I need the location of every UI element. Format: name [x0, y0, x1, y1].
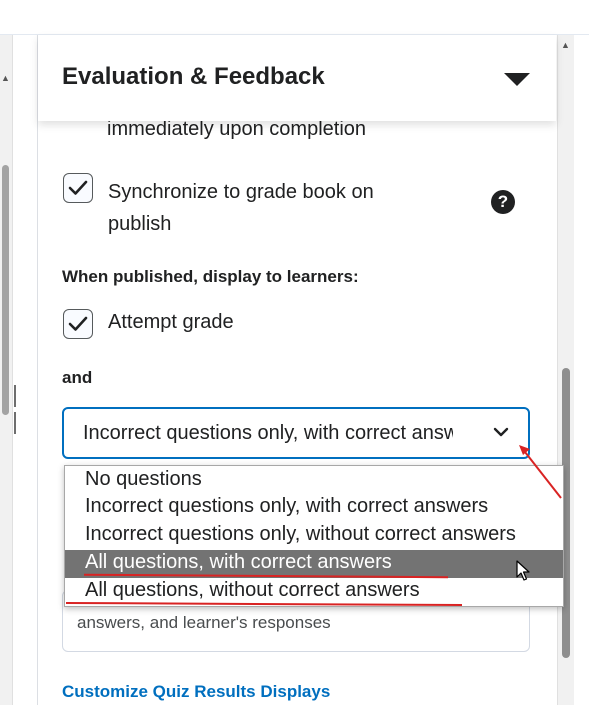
- mouse-cursor-icon: [516, 560, 530, 581]
- sync-gradebook-checkbox[interactable]: [63, 173, 93, 203]
- evaluation-feedback-header[interactable]: Evaluation & Feedback: [38, 35, 556, 121]
- display-to-learners-heading: When published, display to learners:: [62, 267, 359, 286]
- select-value: Incorrect questions only, with correct a…: [83, 422, 453, 444]
- sync-gradebook-label: Synchronize to grade book on publish: [108, 181, 374, 235]
- collapse-caret-icon[interactable]: [504, 73, 530, 86]
- checkmark-icon: [68, 316, 88, 331]
- scroll-up-arrow-icon[interactable]: ▲: [561, 40, 570, 50]
- results-description-text: answers, and learner's responses: [77, 613, 331, 632]
- attempt-grade-label: Attempt grade: [108, 311, 234, 333]
- questions-display-select[interactable]: Incorrect questions only, with correct a…: [62, 407, 530, 459]
- partial-option-label: immediately upon completion: [107, 118, 367, 140]
- and-label: and: [62, 368, 93, 387]
- questions-dropdown-list[interactable]: No questions Incorrect questions only, w…: [64, 465, 564, 607]
- left-scrollbar[interactable]: ▲: [0, 35, 13, 705]
- checkmark-icon: [68, 180, 88, 195]
- help-icon[interactable]: ?: [491, 190, 515, 214]
- attempt-grade-checkbox[interactable]: [63, 309, 93, 339]
- dropdown-option[interactable]: Incorrect questions only, with correct a…: [65, 494, 563, 522]
- panel-title: Evaluation & Feedback: [62, 63, 325, 90]
- dropdown-option[interactable]: Incorrect questions only, without correc…: [65, 522, 563, 550]
- top-bar: [0, 0, 589, 35]
- left-scrollbar-thumb[interactable]: [2, 165, 9, 415]
- customize-quiz-results-link[interactable]: Customize Quiz Results Displays: [62, 682, 330, 702]
- dropdown-option[interactable]: No questions: [65, 467, 563, 495]
- pane-divider: [37, 35, 38, 705]
- chevron-down-icon: [493, 427, 509, 437]
- annotation-arrow-icon: [519, 445, 562, 499]
- scroll-up-arrow-icon[interactable]: ▲: [1, 73, 10, 83]
- pane-splitter-handle[interactable]: [14, 385, 20, 434]
